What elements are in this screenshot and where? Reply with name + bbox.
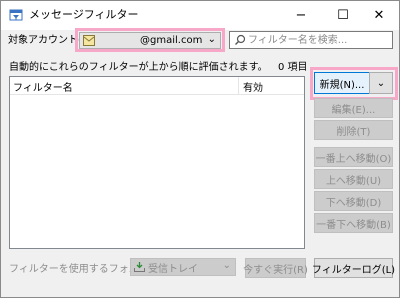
account-value: @gmail.com xyxy=(140,35,203,46)
filter-log-button[interactable]: フィルターログ(L) xyxy=(312,258,395,278)
maximize-icon: ☐ xyxy=(337,8,349,23)
column-divider[interactable] xyxy=(238,77,239,95)
column-enabled[interactable]: 有効 xyxy=(243,79,263,94)
item-count: 0 項目 xyxy=(278,62,308,73)
maximize-button[interactable]: ☐ xyxy=(323,1,363,30)
close-icon: ✕ xyxy=(373,8,385,23)
account-select[interactable]: @gmail.com ⌄ xyxy=(79,32,221,49)
close-button[interactable]: ✕ xyxy=(359,1,399,30)
title-bar: メッセージフィルター − ☐ ✕ xyxy=(1,1,399,30)
new-filter-dropdown-button[interactable]: ⌄ xyxy=(369,72,393,94)
inbox-icon xyxy=(134,262,145,272)
minimize-button[interactable]: − xyxy=(281,1,321,30)
column-filter-name[interactable]: フィルター名 xyxy=(13,79,73,94)
chevron-down-icon: ⌄ xyxy=(222,260,231,271)
move-down-button[interactable]: 下へ移動(D) xyxy=(314,191,393,211)
chevron-down-icon: ⌄ xyxy=(376,77,386,89)
edit-button[interactable]: 編集(E)... xyxy=(314,98,393,118)
window-title: メッセージフィルター xyxy=(29,8,139,21)
minimize-icon: − xyxy=(295,8,307,23)
move-top-button[interactable]: 一番上へ移動(O) xyxy=(314,147,393,167)
filter-app-icon xyxy=(9,9,23,21)
account-icon xyxy=(83,35,95,46)
move-up-button[interactable]: 上へ移動(U) xyxy=(314,169,393,189)
new-filter-button[interactable]: 新規(N)... xyxy=(314,72,370,94)
run-now-button[interactable]: 今すぐ実行(R) xyxy=(243,258,308,278)
search-icon xyxy=(235,34,246,45)
move-bottom-button[interactable]: 一番下へ移動(B) xyxy=(314,213,393,233)
message-filters-window: メッセージフィルター − ☐ ✕ 対象アカウント(F): @gmail.com … xyxy=(0,0,400,298)
delete-button[interactable]: 削除(T) xyxy=(314,120,393,140)
chevron-down-icon: ⌄ xyxy=(207,34,216,45)
list-header: フィルター名 有効 xyxy=(10,77,304,95)
folder-select[interactable]: 受信トレイ ⌄ xyxy=(130,258,236,276)
filter-search[interactable] xyxy=(229,31,393,49)
filter-list[interactable]: フィルター名 有効 xyxy=(9,76,305,249)
search-input[interactable] xyxy=(248,33,390,47)
list-description: 自動的にこれらのフィルターが上から順に評価されます。 xyxy=(9,62,268,73)
folder-value: 受信トレイ xyxy=(148,264,198,275)
